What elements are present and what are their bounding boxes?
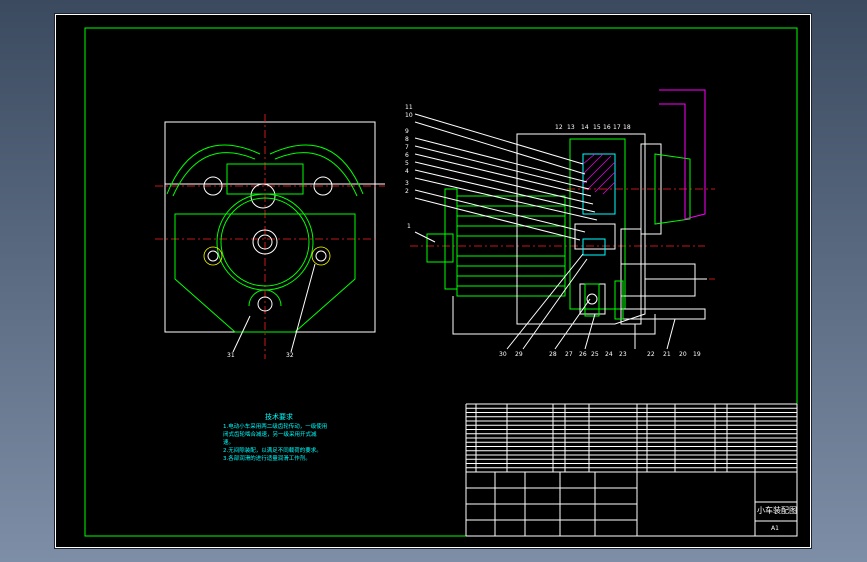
svg-text:闭式齿轮啮合减速，另一级采用开式减: 闭式齿轮啮合减速，另一级采用开式减 [223, 430, 317, 438]
svg-text:3: 3 [405, 180, 409, 187]
svg-text:7: 7 [405, 144, 409, 151]
svg-text:22: 22 [647, 351, 655, 358]
svg-text:30: 30 [499, 351, 507, 358]
front-label-32: 32 [286, 352, 294, 359]
cad-viewport[interactable]: 31 32 12 13 14 15 16 17 18 11 10 9 8 7 6… [55, 14, 811, 548]
svg-text:29: 29 [515, 351, 523, 358]
front-label-31: 31 [227, 352, 235, 359]
svg-text:1: 1 [407, 223, 411, 230]
svg-text:27: 27 [565, 351, 573, 358]
side-bottom-label-text: 30 29 28 27 26 25 24 23 22 21 20 19 [499, 351, 701, 358]
svg-text:6: 6 [405, 152, 409, 159]
tech-req-heading: 技术要求 [265, 412, 293, 421]
side-bottom-labels [506, 253, 676, 350]
drawing-title: 小车装配图 [757, 505, 797, 515]
svg-text:1.电动小车采用两二级齿轮传动，一级使用: 1.电动小车采用两二级齿轮传动，一级使用 [223, 422, 327, 430]
svg-text:26: 26 [579, 351, 587, 358]
svg-text:17: 17 [613, 124, 621, 131]
svg-text:12: 12 [555, 124, 563, 131]
svg-text:2.无间隙装配，以满足不同载荷的要求。: 2.无间隙装配，以满足不同载荷的要求。 [223, 446, 322, 454]
parts-list [465, 403, 798, 537]
svg-text:15: 15 [593, 124, 601, 131]
svg-text:13: 13 [567, 124, 575, 131]
svg-text:速。: 速。 [223, 439, 234, 446]
technical-requirements: 技术要求 1.电动小车采用两二级齿轮传动，一级使用 闭式齿轮啮合减速，另一级采用… [223, 412, 327, 462]
assembly-drawing: 31 32 12 13 14 15 16 17 18 11 10 9 8 7 6… [55, 14, 811, 548]
svg-text:20: 20 [679, 351, 687, 358]
svg-text:8: 8 [405, 136, 409, 143]
svg-text:16: 16 [603, 124, 611, 131]
svg-text:19: 19 [693, 351, 701, 358]
svg-text:2: 2 [405, 188, 409, 195]
svg-text:28: 28 [549, 351, 557, 358]
svg-text:18: 18 [623, 124, 631, 131]
svg-text:3.各部润滑的进行适量润滑工作剂。: 3.各部润滑的进行适量润滑工作剂。 [223, 454, 311, 462]
svg-text:23: 23 [619, 351, 627, 358]
svg-text:4: 4 [405, 168, 409, 175]
svg-text:10: 10 [405, 112, 413, 119]
drawing-border [84, 27, 798, 537]
front-view [155, 114, 385, 359]
side-left-labels: 11 10 9 8 7 6 5 4 3 2 1 [405, 104, 413, 230]
svg-text:21: 21 [663, 351, 671, 358]
svg-text:9: 9 [405, 128, 409, 135]
svg-text:11: 11 [405, 104, 413, 111]
svg-text:25: 25 [591, 351, 599, 358]
svg-text:5: 5 [405, 160, 409, 167]
svg-text:14: 14 [581, 124, 589, 131]
side-top-labels: 12 13 14 15 16 17 18 [555, 124, 631, 131]
svg-text:24: 24 [605, 351, 613, 358]
sheet-size: A1 [771, 525, 779, 532]
title-block: 小车装配图 A1 [636, 471, 798, 537]
